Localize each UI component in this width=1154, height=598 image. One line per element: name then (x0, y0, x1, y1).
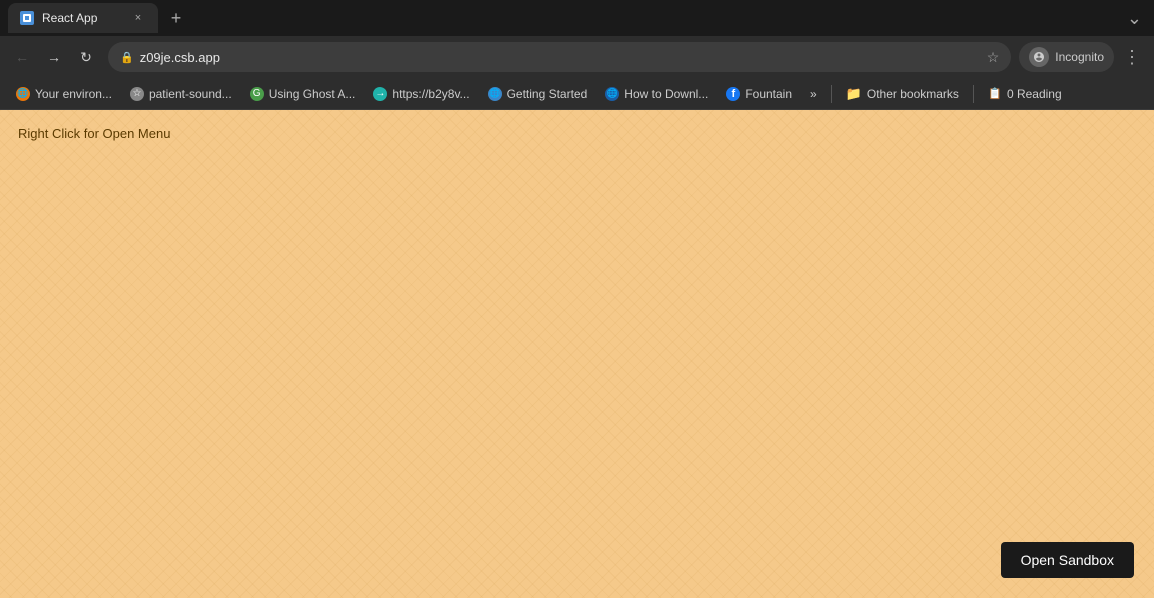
bookmark-item-ghost[interactable]: G Using Ghost A... (242, 84, 364, 104)
bookmark-favicon-getting-started: 🌐 (488, 87, 502, 101)
bookmarks-separator (831, 85, 832, 103)
bookmark-item-b2y8v[interactable]: → https://b2y8v... (365, 84, 477, 104)
navigation-bar: ← → ↻ 🔒 z09je.csb.app ☆ Incognito ⋮ (0, 36, 1154, 78)
page-content: Right Click for Open Menu Open Sandbox (0, 110, 1154, 598)
reload-button[interactable]: ↻ (72, 43, 100, 71)
incognito-icon (1029, 47, 1049, 67)
bookmark-label-ghost: Using Ghost A... (269, 87, 356, 101)
folder-icon: 📁 (846, 86, 862, 102)
bookmark-label-getting-started: Getting Started (507, 87, 588, 101)
bookmark-favicon-patient: ☆ (130, 87, 144, 101)
bookmark-favicon-b2y8v: → (373, 87, 387, 101)
back-button[interactable]: ← (8, 43, 36, 71)
reading-list-button[interactable]: 📋 0 Reading (980, 84, 1070, 104)
bookmark-item-environ[interactable]: 🌐 Your environ... (8, 84, 120, 104)
forward-button[interactable]: → (40, 43, 68, 71)
tab-favicon (20, 11, 34, 25)
bookmarks-more-button[interactable]: » (802, 84, 825, 104)
open-sandbox-button[interactable]: Open Sandbox (1001, 542, 1134, 578)
bookmark-label-fountain: Fountain (745, 87, 792, 101)
bookmark-item-patient[interactable]: ☆ patient-sound... (122, 84, 240, 104)
bookmark-item-other[interactable]: 📁 Other bookmarks (838, 83, 967, 105)
tab-title: React App (42, 11, 122, 25)
new-tab-button[interactable]: + (162, 4, 190, 32)
right-click-hint: Right Click for Open Menu (18, 126, 170, 141)
bookmark-label-patient: patient-sound... (149, 87, 232, 101)
bookmark-label-b2y8v: https://b2y8v... (392, 87, 469, 101)
bookmark-item-fountain[interactable]: f Fountain (718, 84, 800, 104)
bookmark-star-icon[interactable]: ☆ (987, 49, 1000, 66)
other-bookmarks-label: Other bookmarks (867, 87, 959, 101)
bookmark-item-how-to[interactable]: 🌐 How to Downl... (597, 84, 716, 104)
bookmark-favicon-how-to: 🌐 (605, 87, 619, 101)
bookmarks-bar: 🌐 Your environ... ☆ patient-sound... G U… (0, 78, 1154, 110)
browser-menu-button[interactable]: ⋮ (1118, 43, 1146, 71)
address-bar[interactable]: 🔒 z09je.csb.app ☆ (108, 42, 1011, 72)
reading-separator (973, 85, 974, 103)
active-tab[interactable]: React App × (8, 3, 158, 33)
tab-dropdown-button[interactable]: ⌄ (1123, 4, 1146, 33)
bookmark-label-how-to: How to Downl... (624, 87, 708, 101)
bookmarks-more-label: » (810, 87, 817, 101)
incognito-button[interactable]: Incognito (1019, 42, 1114, 72)
tab-close-button[interactable]: × (130, 10, 146, 26)
reading-list-label: 0 Reading (1007, 87, 1062, 101)
bookmark-item-getting-started[interactable]: 🌐 Getting Started (480, 84, 596, 104)
bookmark-favicon-ghost: G (250, 87, 264, 101)
incognito-label: Incognito (1055, 50, 1104, 64)
bookmark-favicon-fountain: f (726, 87, 740, 101)
lock-icon: 🔒 (120, 51, 134, 64)
tab-bar: React App × + ⌄ (0, 0, 1154, 36)
bookmark-label-environ: Your environ... (35, 87, 112, 101)
bookmark-favicon-environ: 🌐 (16, 87, 30, 101)
reading-list-icon: 📋 (988, 87, 1002, 101)
url-display: z09je.csb.app (140, 50, 981, 65)
